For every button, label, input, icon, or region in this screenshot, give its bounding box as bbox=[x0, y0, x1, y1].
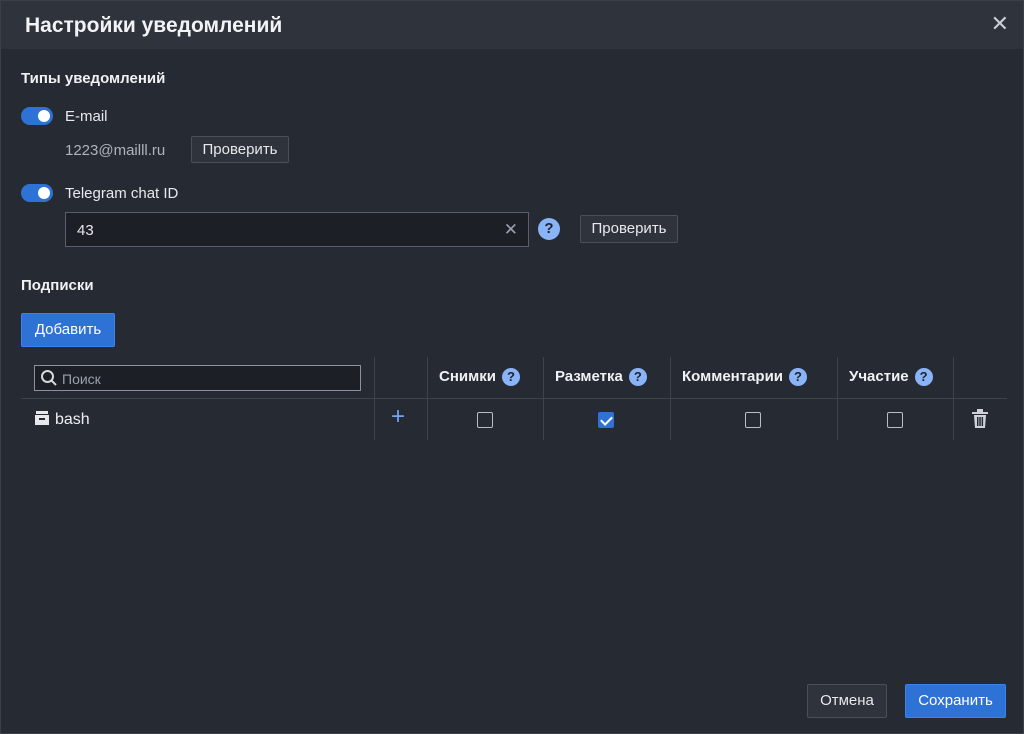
participation-checkbox[interactable] bbox=[887, 412, 903, 428]
column-divider bbox=[543, 357, 544, 440]
telegram-help-icon[interactable]: ? bbox=[538, 218, 560, 240]
notification-types-title: Типы уведомлений bbox=[21, 70, 166, 87]
dialog-title: Настройки уведомлений bbox=[25, 14, 283, 37]
trash-icon[interactable] bbox=[971, 409, 989, 429]
column-header-comments: Комментарии? bbox=[682, 357, 808, 397]
clear-icon[interactable]: ✕ bbox=[504, 220, 518, 240]
column-divider bbox=[427, 357, 428, 440]
telegram-chat-id-value: 43 bbox=[77, 222, 94, 239]
close-icon[interactable]: ✕ bbox=[991, 13, 1009, 35]
email-toggle[interactable] bbox=[21, 107, 53, 125]
help-icon[interactable]: ? bbox=[501, 368, 520, 387]
header-divider bbox=[21, 398, 1007, 399]
archive-icon bbox=[35, 411, 49, 425]
column-header-participation: Участие? bbox=[849, 357, 933, 397]
add-icon[interactable]: + bbox=[391, 405, 405, 429]
column-label: Участие bbox=[849, 368, 909, 385]
email-label: E-mail bbox=[65, 108, 108, 125]
column-header-markup: Разметка? bbox=[555, 357, 647, 397]
add-subscription-button[interactable]: Добавить bbox=[21, 313, 115, 347]
notification-settings-dialog: Настройки уведомлений ✕ Типы уведомлений… bbox=[0, 0, 1024, 734]
subscriptions-table: Поиск Снимки? Разметка? Комментарии? Уча… bbox=[21, 357, 1007, 441]
column-label: Комментарии bbox=[682, 368, 784, 385]
column-header-snapshots: Снимки? bbox=[439, 357, 520, 397]
markup-checkbox[interactable] bbox=[598, 412, 614, 428]
help-icon[interactable]: ? bbox=[789, 368, 808, 387]
email-check-button[interactable]: Проверить bbox=[191, 136, 289, 163]
cancel-button[interactable]: Отмена bbox=[807, 684, 887, 718]
comments-checkbox[interactable] bbox=[745, 412, 761, 428]
telegram-toggle[interactable] bbox=[21, 184, 53, 202]
toggle-knob bbox=[38, 187, 50, 199]
dialog-header: Настройки уведомлений ✕ bbox=[1, 1, 1023, 49]
column-divider bbox=[670, 357, 671, 440]
column-divider bbox=[374, 357, 375, 440]
search-placeholder: Поиск bbox=[62, 371, 101, 387]
search-icon bbox=[41, 370, 57, 386]
telegram-chat-id-input[interactable]: 43 ✕ bbox=[65, 212, 529, 247]
help-icon[interactable]: ? bbox=[628, 368, 647, 387]
search-input[interactable]: Поиск bbox=[34, 365, 361, 391]
project-name: bash bbox=[55, 411, 90, 428]
toggle-knob bbox=[38, 110, 50, 122]
subscriptions-title: Подписки bbox=[21, 277, 94, 294]
column-label: Снимки bbox=[439, 368, 496, 385]
column-divider bbox=[837, 357, 838, 440]
snapshots-checkbox[interactable] bbox=[477, 412, 493, 428]
telegram-label: Telegram chat ID bbox=[65, 185, 179, 202]
help-icon[interactable]: ? bbox=[914, 368, 933, 387]
save-button[interactable]: Сохранить bbox=[905, 684, 1006, 718]
column-label: Разметка bbox=[555, 368, 623, 385]
column-divider bbox=[953, 357, 954, 440]
telegram-check-button[interactable]: Проверить bbox=[580, 215, 678, 243]
email-address: 1223@mailll.ru bbox=[65, 142, 166, 159]
